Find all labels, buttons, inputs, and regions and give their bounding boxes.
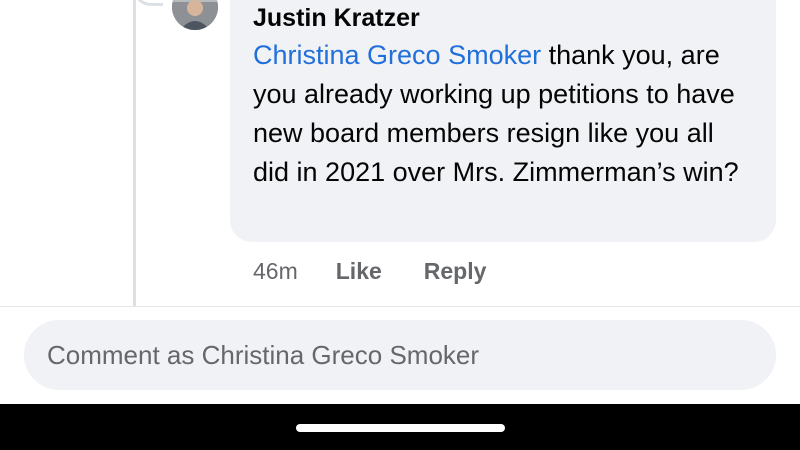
comment-input[interactable]: Comment as Christina Greco Smoker bbox=[24, 320, 776, 390]
mention-link[interactable]: Christina Greco Smoker bbox=[253, 40, 541, 70]
avatar[interactable] bbox=[172, 0, 218, 30]
thread-connector-line bbox=[133, 0, 136, 306]
comment-actions: 46m Like Reply bbox=[253, 256, 528, 286]
comment-input-placeholder: Comment as Christina Greco Smoker bbox=[47, 339, 480, 370]
comment-author[interactable]: Justin Kratzer bbox=[253, 1, 756, 35]
comment-thread-screen: Justin Kratzer Christina Greco Smoker th… bbox=[0, 0, 800, 450]
comment-timestamp[interactable]: 46m bbox=[253, 258, 298, 285]
thread-connector-curve bbox=[133, 0, 163, 6]
home-gesture-handle[interactable] bbox=[296, 424, 505, 432]
composer-divider bbox=[0, 306, 800, 307]
reply-button[interactable]: Reply bbox=[424, 258, 487, 285]
system-navigation-bar bbox=[0, 404, 800, 450]
like-button[interactable]: Like bbox=[336, 258, 382, 285]
comment-body: Christina Greco Smoker thank you, are yo… bbox=[253, 36, 753, 192]
comment-bubble: Justin Kratzer Christina Greco Smoker th… bbox=[230, 0, 776, 242]
